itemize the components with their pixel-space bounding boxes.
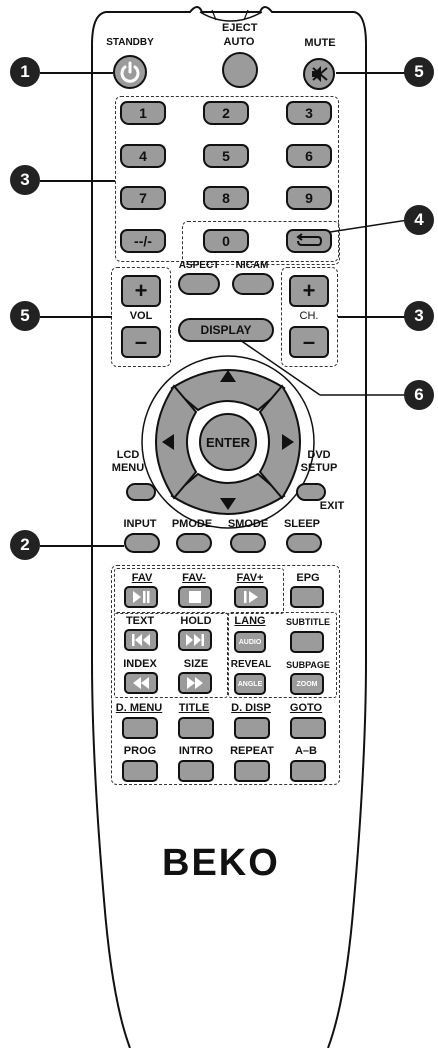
callout-2: 2: [10, 530, 40, 560]
callout-6: 6: [404, 380, 434, 410]
callout-3-right: 3: [404, 301, 434, 331]
callout-5-left: 5: [10, 301, 40, 331]
callout-3-left: 3: [10, 165, 40, 195]
callout-1: 1: [10, 57, 40, 87]
callout-4: 4: [404, 205, 434, 235]
callout-diagonals: [239, 219, 409, 396]
callout-5-right: 5: [404, 57, 434, 87]
